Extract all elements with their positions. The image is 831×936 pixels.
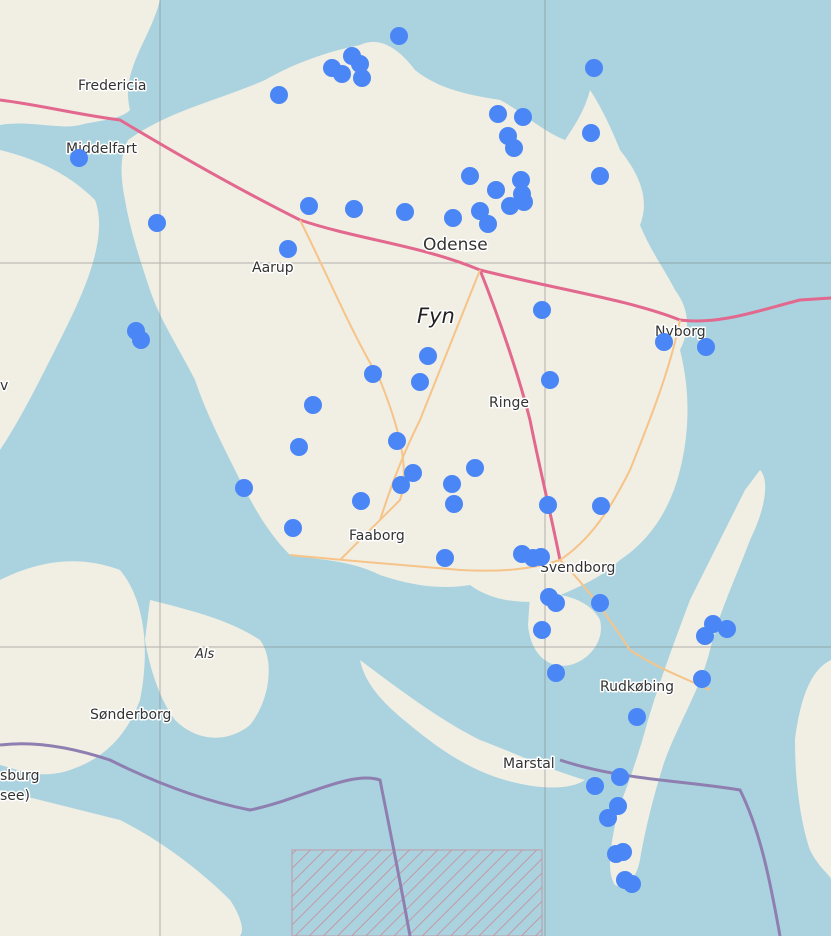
location-marker[interactable] xyxy=(436,549,454,567)
location-marker[interactable] xyxy=(290,438,308,456)
location-marker[interactable] xyxy=(539,496,557,514)
location-marker[interactable] xyxy=(533,621,551,639)
location-marker[interactable] xyxy=(547,664,565,682)
location-marker[interactable] xyxy=(235,479,253,497)
location-marker[interactable] xyxy=(466,459,484,477)
location-marker[interactable] xyxy=(390,27,408,45)
label-aarup: Aarup xyxy=(252,260,294,276)
location-marker[interactable] xyxy=(444,209,462,227)
label-edge-v: v xyxy=(0,378,8,394)
location-marker[interactable] xyxy=(592,497,610,515)
label-marstal: Marstal xyxy=(503,756,555,772)
location-marker[interactable] xyxy=(411,373,429,391)
location-marker[interactable] xyxy=(586,777,604,795)
location-marker[interactable] xyxy=(461,167,479,185)
location-marker[interactable] xyxy=(70,149,88,167)
location-marker[interactable] xyxy=(148,214,166,232)
location-marker[interactable] xyxy=(279,240,297,258)
location-marker[interactable] xyxy=(345,200,363,218)
location-marker[interactable] xyxy=(611,768,629,786)
location-marker[interactable] xyxy=(479,215,497,233)
location-marker[interactable] xyxy=(693,670,711,688)
label-flensburg-1: sburg xyxy=(0,768,39,784)
location-marker[interactable] xyxy=(388,432,406,450)
location-marker[interactable] xyxy=(284,519,302,537)
location-marker[interactable] xyxy=(304,396,322,414)
location-marker[interactable] xyxy=(515,193,533,211)
label-fredericia: Fredericia xyxy=(78,78,146,94)
location-marker[interactable] xyxy=(655,333,673,351)
location-marker[interactable] xyxy=(392,476,410,494)
location-marker[interactable] xyxy=(599,809,617,827)
location-marker[interactable] xyxy=(487,181,505,199)
location-marker[interactable] xyxy=(696,627,714,645)
location-marker[interactable] xyxy=(489,105,507,123)
location-marker[interactable] xyxy=(333,65,351,83)
location-marker[interactable] xyxy=(419,347,437,365)
location-marker[interactable] xyxy=(585,59,603,77)
location-marker[interactable] xyxy=(270,86,288,104)
restricted-area xyxy=(291,849,543,936)
location-marker[interactable] xyxy=(582,124,600,142)
location-marker[interactable] xyxy=(547,594,565,612)
location-marker[interactable] xyxy=(614,843,632,861)
label-odense: Odense xyxy=(423,235,488,255)
location-marker[interactable] xyxy=(697,338,715,356)
location-marker[interactable] xyxy=(623,875,641,893)
label-fyn: Fyn xyxy=(417,304,455,328)
location-marker[interactable] xyxy=(396,203,414,221)
location-marker[interactable] xyxy=(532,548,550,566)
location-marker[interactable] xyxy=(505,139,523,157)
location-marker[interactable] xyxy=(591,594,609,612)
location-marker[interactable] xyxy=(352,492,370,510)
location-marker[interactable] xyxy=(443,475,461,493)
label-rudkobing: Rudkøbing xyxy=(600,679,674,695)
location-marker[interactable] xyxy=(353,69,371,87)
location-marker[interactable] xyxy=(514,108,532,126)
location-marker[interactable] xyxy=(445,495,463,513)
label-flensburg-2: see) xyxy=(0,788,30,804)
location-marker[interactable] xyxy=(591,167,609,185)
location-marker[interactable] xyxy=(718,620,736,638)
map-canvas[interactable]: Fredericia Middelfart Odense Aarup Fyn N… xyxy=(0,0,831,936)
location-marker[interactable] xyxy=(132,331,150,349)
location-marker[interactable] xyxy=(628,708,646,726)
label-als: Als xyxy=(194,647,215,662)
label-svendborg: Svendborg xyxy=(540,560,615,576)
label-faaborg: Faaborg xyxy=(349,528,405,544)
location-marker[interactable] xyxy=(300,197,318,215)
label-sonderborg: Sønderborg xyxy=(90,707,171,723)
location-marker[interactable] xyxy=(533,301,551,319)
location-marker[interactable] xyxy=(364,365,382,383)
location-marker[interactable] xyxy=(541,371,559,389)
label-ringe: Ringe xyxy=(489,395,529,411)
